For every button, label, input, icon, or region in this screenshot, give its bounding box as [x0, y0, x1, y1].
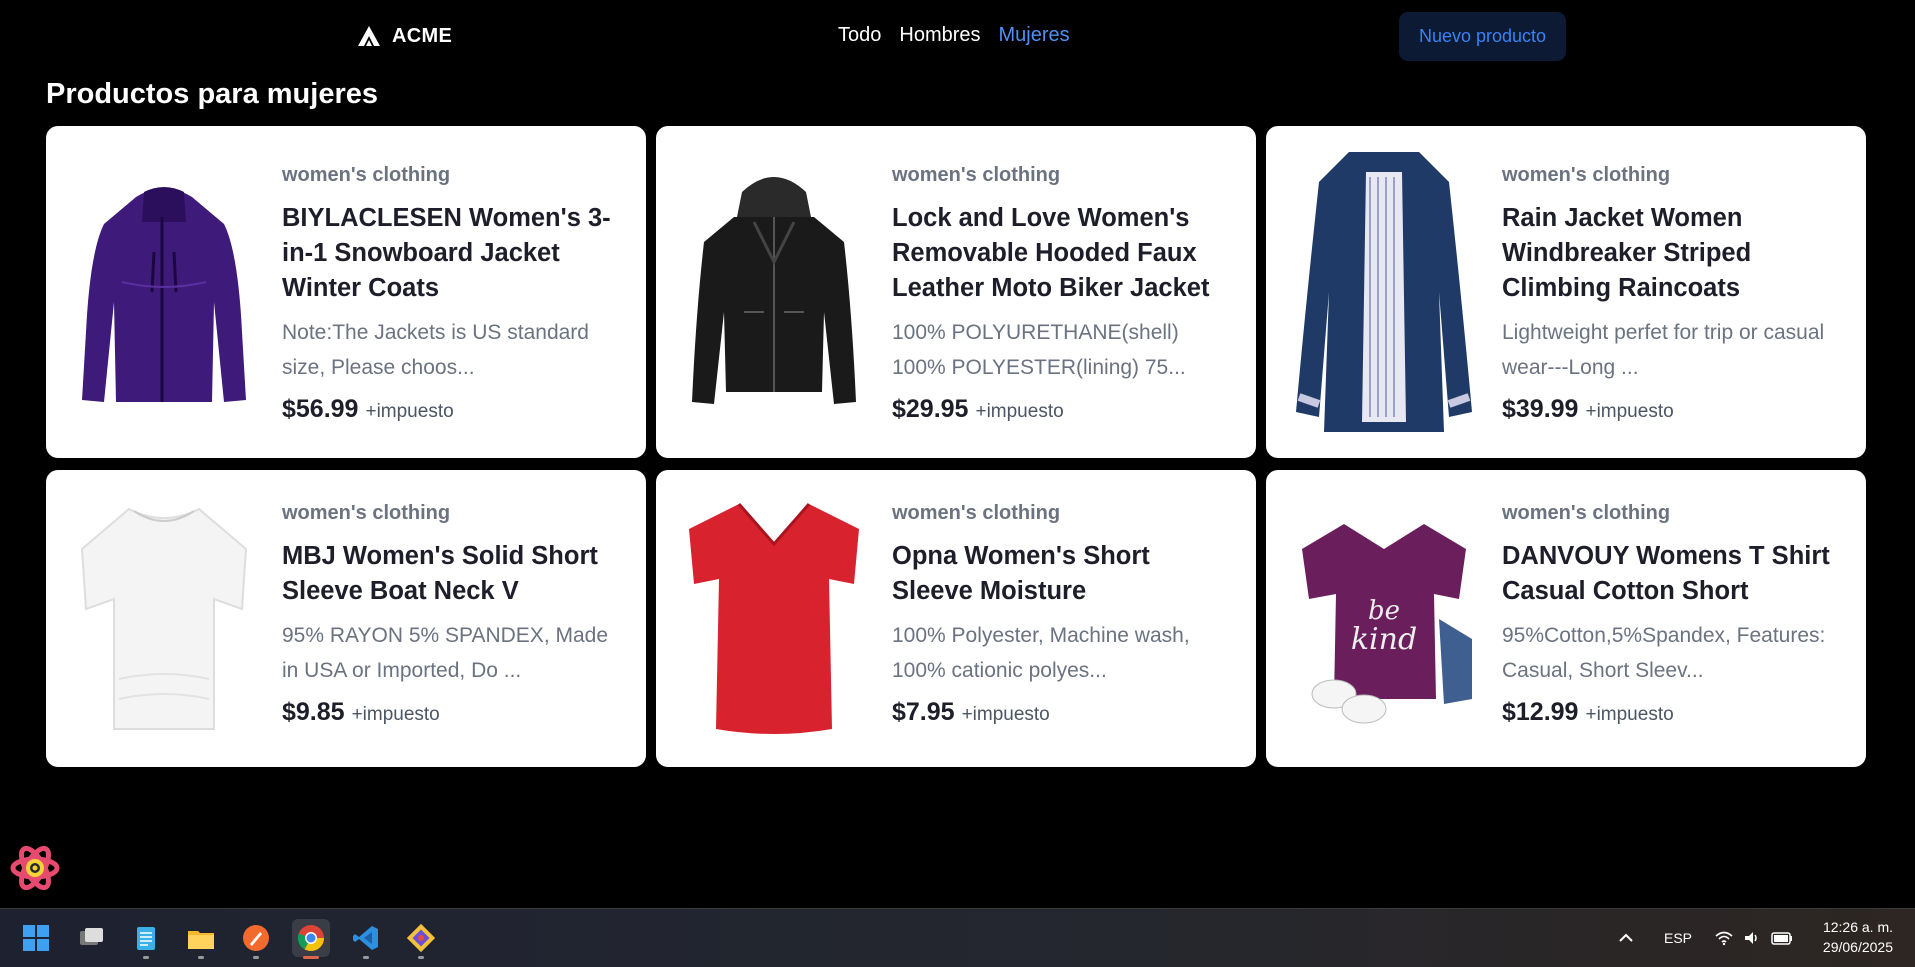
- product-tax-note: +impuesto: [365, 401, 454, 422]
- product-category: women's clothing: [892, 502, 1061, 524]
- product-price: $56.99: [282, 395, 359, 423]
- purple-jacket-icon: [82, 187, 246, 402]
- product-tax-note: +impuesto: [961, 704, 1050, 725]
- product-title[interactable]: Opna Women's Short Sleeve Moisture: [892, 539, 1232, 609]
- product-category: women's clothing: [1502, 502, 1671, 524]
- product-card[interactable]: women's clothing BIYLACLESEN Women's 3-i…: [46, 126, 646, 458]
- product-title[interactable]: DANVOUY Womens T Shirt Casual Cotton Sho…: [1502, 539, 1842, 609]
- product-image: [1266, 126, 1502, 458]
- main-nav: Todo Hombres Mujeres: [838, 24, 1070, 47]
- svg-text:kind: kind: [1351, 622, 1417, 657]
- logo-text: ACME: [392, 24, 453, 47]
- top-navbar: ACME Todo Hombres Mujeres Nuevo producto: [0, 0, 1915, 72]
- file-explorer-icon[interactable]: [182, 919, 220, 959]
- product-category: women's clothing: [282, 164, 451, 186]
- clock[interactable]: 12:26 a. m. 29/06/2025: [1808, 917, 1893, 957]
- black-leather-jacket-icon: [692, 177, 856, 404]
- nav-hombres[interactable]: Hombres: [899, 24, 980, 47]
- product-card[interactable]: women's clothing Lock and Love Women's R…: [656, 126, 1256, 458]
- react-devtools-badge[interactable]: [9, 844, 61, 892]
- product-tax-note: +impuesto: [351, 704, 440, 725]
- product-title[interactable]: Rain Jacket Women Windbreaker Striped Cl…: [1502, 201, 1842, 306]
- product-grid: women's clothing BIYLACLESEN Women's 3-i…: [46, 126, 1866, 767]
- new-product-button[interactable]: Nuevo producto: [1399, 12, 1566, 61]
- red-tshirt-icon: [689, 502, 859, 734]
- product-price: $39.99: [1502, 395, 1579, 423]
- product-price: $29.95: [892, 395, 969, 423]
- product-description: 100% POLYURETHANE(shell) 100% POLYESTER(…: [892, 321, 1186, 379]
- battery-icon: [1771, 932, 1792, 945]
- clock-date: 29/06/2025: [1822, 939, 1893, 955]
- task-view-icon[interactable]: [72, 919, 110, 957]
- product-card[interactable]: women's clothing Rain Jacket Women Windb…: [1266, 126, 1866, 458]
- product-image: [656, 126, 892, 458]
- chevron-up-icon: [1619, 933, 1633, 942]
- pen-app-icon[interactable]: [237, 919, 275, 959]
- product-price: $7.95: [892, 698, 955, 726]
- vscode-icon[interactable]: [347, 919, 385, 959]
- windows-taskbar: ESP 12:26 a. m. 29/06/2025: [0, 908, 1915, 967]
- white-top-icon: [80, 507, 248, 730]
- chrome-icon[interactable]: [292, 919, 330, 959]
- product-tax-note: +impuesto: [1585, 704, 1674, 725]
- acme-logo-icon: [358, 26, 380, 46]
- product-price: $9.85: [282, 698, 345, 726]
- nav-todo[interactable]: Todo: [838, 24, 881, 47]
- volume-icon: [1745, 932, 1757, 944]
- page-title: Productos para mujeres: [46, 78, 378, 110]
- product-description: Note:The Jackets is US standard size, Pl…: [282, 321, 589, 379]
- product-category: women's clothing: [892, 164, 1061, 186]
- product-description: 95%Cotton,5%Spandex, Features: Casual, S…: [1502, 624, 1826, 682]
- product-card[interactable]: women's clothing MBJ Women's Solid Short…: [46, 470, 646, 767]
- product-image: [656, 470, 892, 767]
- product-image: [46, 126, 282, 458]
- product-price: $12.99: [1502, 698, 1579, 726]
- wifi-icon: [1715, 931, 1733, 946]
- product-title[interactable]: BIYLACLESEN Women's 3-in-1 Snowboard Jac…: [282, 201, 622, 306]
- product-tax-note: +impuesto: [1585, 401, 1674, 422]
- react-atom-icon: [10, 845, 60, 891]
- product-image: [46, 470, 282, 767]
- product-card[interactable]: women's clothing Opna Women's Short Slee…: [656, 470, 1256, 767]
- acme-logo[interactable]: ACME: [356, 24, 452, 48]
- start-icon[interactable]: [17, 919, 55, 957]
- product-tax-note: +impuesto: [975, 401, 1064, 422]
- product-description: 100% Polyester, Machine wash, 100% catio…: [892, 624, 1190, 682]
- language-indicator[interactable]: ESP: [1664, 909, 1692, 967]
- product-title[interactable]: MBJ Women's Solid Short Sleeve Boat Neck…: [282, 539, 622, 609]
- clock-time: 12:26 a. m.: [1822, 919, 1893, 935]
- product-description: Lightweight perfet for trip or casual we…: [1502, 321, 1825, 379]
- product-image: be kind: [1266, 470, 1502, 767]
- show-hidden-icons[interactable]: [1616, 909, 1636, 967]
- product-description: 95% RAYON 5% SPANDEX, Made in USA or Imp…: [282, 624, 609, 682]
- product-card[interactable]: be kind women's clothing DANVOUY Womens …: [1266, 470, 1866, 767]
- git-icon[interactable]: [402, 919, 440, 959]
- purple-be-kind-tshirt-icon: be kind: [1302, 523, 1472, 723]
- product-category: women's clothing: [282, 502, 451, 524]
- product-title[interactable]: Lock and Love Women's Removable Hooded F…: [892, 201, 1232, 306]
- nav-mujeres[interactable]: Mujeres: [999, 24, 1070, 47]
- navy-raincoat-icon: [1296, 152, 1472, 432]
- notepad-icon[interactable]: [127, 919, 165, 959]
- product-category: women's clothing: [1502, 164, 1671, 186]
- system-tray[interactable]: [1714, 909, 1794, 967]
